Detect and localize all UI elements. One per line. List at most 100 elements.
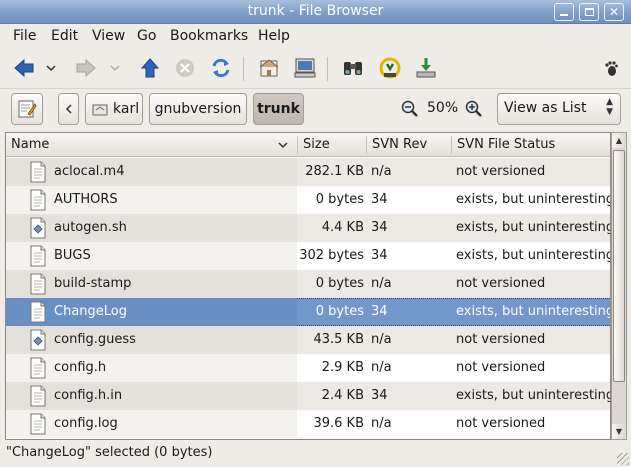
path-crumb-karl[interactable]: karl [85, 93, 143, 125]
zoom-in-icon [465, 100, 482, 117]
text-file-icon-wrap [28, 357, 48, 383]
column-separator[interactable] [451, 136, 452, 154]
file-svn-status: exists, but uninteresting [456, 388, 611, 403]
svn-button[interactable] [376, 54, 404, 82]
table-row[interactable]: AUTHORS 0 bytes 34 exists, but uninterestin… [6, 186, 610, 214]
home-icon [259, 59, 279, 77]
zoom-in-button[interactable] [463, 95, 485, 123]
zoom-out-button[interactable] [399, 95, 421, 123]
table-row-selected[interactable]: ChangeLog 0 bytes 34 exists, but uninterest… [6, 298, 611, 326]
sort-arrow-icon[interactable] [278, 141, 288, 149]
menu-bookmarks[interactable]: Bookmarks [170, 28, 248, 44]
status-text: "ChangeLog" selected (0 bytes) [6, 445, 213, 460]
text-file-icon-wrap [28, 161, 48, 187]
scroll-up-button[interactable]: ▲ [612, 133, 626, 148]
reload-button[interactable] [207, 54, 235, 82]
column-header-name[interactable]: Name [11, 137, 49, 152]
text-file-icon-wrap [28, 245, 48, 271]
path-crumb-label: karl [113, 101, 140, 117]
close-icon: ✕ [608, 5, 620, 19]
back-arrow-icon [14, 58, 34, 78]
scroll-down-button[interactable]: ▼ [612, 424, 626, 439]
menu-go[interactable]: Go [137, 28, 156, 44]
file-svn-status: exists, but uninteresting [456, 304, 611, 319]
home-button[interactable] [255, 54, 283, 82]
file-size: 282.1 KB [305, 164, 364, 179]
file-list[interactable]: Name Size SVN Rev SVN File Status acloca… [5, 132, 611, 440]
table-row[interactable]: config.h.in 2.4 KB 34 exists, but uninteres… [6, 382, 611, 410]
stop-button[interactable] [171, 54, 199, 82]
menu-help[interactable]: Help [258, 28, 290, 44]
up-button[interactable] [136, 54, 164, 82]
column-separator[interactable] [297, 136, 298, 154]
toolbar-separator [243, 57, 244, 81]
name-cell-bg [6, 410, 297, 438]
text-file-icon [30, 161, 46, 183]
file-svn-status: exists, but uninteresting [456, 248, 611, 263]
close-button[interactable]: ✕ [604, 3, 624, 21]
location-toggle-button[interactable] [11, 93, 43, 125]
table-row[interactable]: aclocal.m4 282.1 KB n/a not versioned [6, 158, 610, 187]
computer-button[interactable] [291, 54, 319, 82]
table-row[interactable]: config.log 39.6 KB n/a not versioned [6, 410, 610, 438]
minimize-icon [560, 14, 568, 16]
column-header-svn-status[interactable]: SVN File Status [457, 137, 555, 152]
column-separator[interactable] [366, 136, 367, 154]
menu-bar: File Edit View Go Bookmarks Help [0, 24, 631, 49]
title-bar: trunk - File Browser ✕ [0, 0, 631, 24]
text-file-icon [30, 357, 46, 379]
file-size: 2.9 KB [321, 360, 364, 375]
column-header-svn-rev[interactable]: SVN Rev [372, 137, 427, 152]
maximize-button[interactable] [579, 3, 599, 21]
file-svn-rev: 34 [371, 192, 388, 207]
file-size: 302 bytes [299, 248, 364, 263]
column-header-size[interactable]: Size [303, 137, 330, 152]
status-bar: "ChangeLog" selected (0 bytes) [0, 441, 631, 467]
file-svn-rev: 34 [371, 220, 388, 235]
up-arrow-icon [140, 58, 160, 78]
computer-icon [294, 58, 316, 78]
table-row[interactable]: build-stamp 0 bytes n/a not versioned [6, 270, 610, 299]
menu-edit[interactable]: Edit [51, 28, 78, 44]
file-size: 0 bytes [315, 276, 364, 291]
path-crumb-trunk[interactable]: trunk [253, 93, 304, 125]
stop-icon [176, 59, 194, 77]
table-row[interactable]: config.h 2.9 KB n/a not versioned [6, 354, 610, 383]
file-svn-status: not versioned [456, 276, 546, 291]
foot-button[interactable] [600, 54, 622, 82]
file-svn-status: not versioned [456, 164, 546, 179]
table-row[interactable]: config.guess 43.5 KB n/a not versioned [6, 326, 610, 354]
name-cell-bg [6, 270, 297, 298]
chevron-left-icon [65, 104, 72, 114]
file-name: build-stamp [54, 276, 132, 291]
search-button[interactable] [339, 54, 367, 82]
forward-history-button[interactable] [106, 54, 124, 82]
file-size: 4.4 KB [321, 220, 364, 235]
vertical-scrollbar[interactable]: ▲ ▼ [611, 132, 627, 440]
foot-icon [605, 61, 618, 76]
menu-file[interactable]: File [13, 28, 36, 44]
path-crumb-gnubversion[interactable]: gnubversion [149, 93, 247, 125]
name-cell-bg [6, 326, 297, 354]
download-button[interactable] [412, 54, 440, 82]
edit-location-icon [18, 100, 37, 118]
script-file-icon [30, 217, 46, 239]
text-file-icon-wrap [28, 273, 48, 299]
table-row[interactable]: BUGS 302 bytes 34 exists, but uninteresting [6, 242, 611, 271]
resize-grip[interactable] [617, 453, 629, 465]
scroll-thumb[interactable] [613, 150, 625, 382]
back-history-button[interactable] [42, 54, 60, 82]
file-svn-status: not versioned [456, 360, 546, 375]
path-scroll-left-button[interactable] [58, 93, 79, 125]
back-button[interactable] [10, 54, 38, 82]
minimize-button[interactable] [554, 3, 574, 21]
view-mode-select[interactable]: View as List ▲ ▼ [497, 93, 621, 125]
table-row[interactable]: autogen.sh 4.4 KB 34 exists, but uninterest… [6, 214, 610, 242]
maximize-icon [585, 8, 594, 16]
name-cell-bg [6, 354, 297, 382]
file-svn-status: not versioned [456, 332, 546, 347]
forward-button[interactable] [72, 54, 100, 82]
file-name: config.h.in [54, 388, 123, 403]
menu-view[interactable]: View [92, 28, 125, 44]
file-svn-rev: 34 [371, 248, 388, 263]
